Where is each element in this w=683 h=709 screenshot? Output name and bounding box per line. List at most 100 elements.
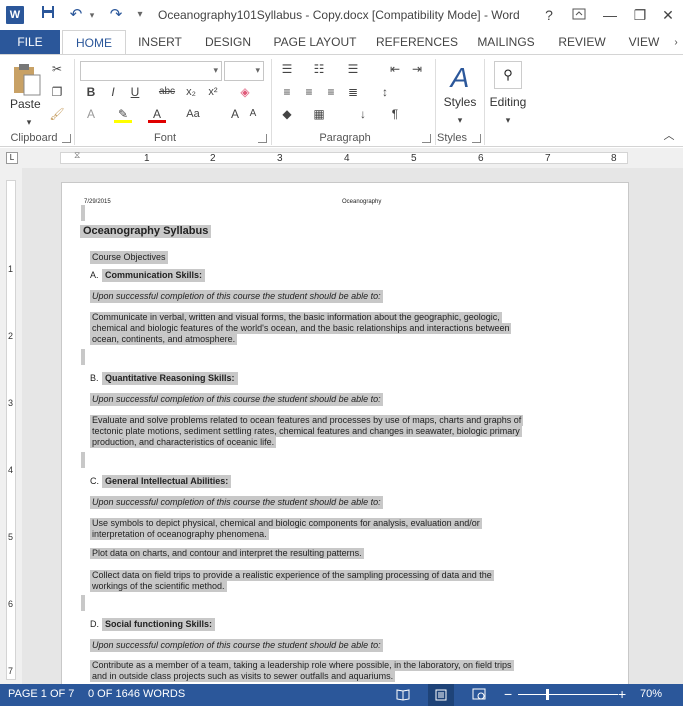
document-page[interactable]: 7/29/2015 Oceanography Oceanography Syll…: [61, 182, 629, 684]
paragraph-group-label: Paragraph: [319, 132, 371, 144]
redo-icon[interactable]: ↷: [106, 5, 126, 25]
shading-icon[interactable]: ◆: [278, 105, 296, 123]
zoom-slider-thumb[interactable]: [546, 689, 549, 700]
align-right-icon[interactable]: ≡: [322, 83, 340, 101]
help-button[interactable]: ?: [536, 4, 562, 26]
paste-dropdown-icon[interactable]: ▾: [20, 113, 38, 131]
tab-view[interactable]: VIEW: [620, 30, 668, 55]
restore-button[interactable]: ❐: [627, 4, 653, 26]
ruler-number: 6: [478, 153, 484, 164]
status-bar: PAGE 1 OF 7 0 OF 1646 WORDS − + 70%: [0, 684, 683, 706]
zoom-level[interactable]: 70%: [640, 688, 662, 700]
tab-selector-icon[interactable]: L: [6, 152, 18, 164]
undo-dropdown-icon[interactable]: ▾: [86, 5, 98, 25]
tab-home[interactable]: HOME: [62, 30, 126, 55]
line-spacing-icon[interactable]: ↕: [376, 83, 394, 101]
subscript-icon[interactable]: x₂: [182, 83, 200, 101]
tab-file[interactable]: FILE: [0, 30, 60, 55]
styles-group-label: Styles: [437, 132, 467, 144]
grow-font-icon[interactable]: A: [226, 105, 244, 123]
highlight-icon[interactable]: ✎: [114, 105, 132, 123]
styles-dropdown-icon[interactable]: ▾: [451, 111, 469, 129]
styles-button[interactable]: Styles: [440, 95, 480, 109]
ruler-number: 8: [611, 153, 617, 164]
word-count[interactable]: 0 OF 1646 WORDS: [88, 688, 185, 700]
collapse-ribbon-icon[interactable]: ︿: [660, 127, 678, 145]
tab-mailings[interactable]: MAILINGS: [470, 30, 542, 55]
font-size-box[interactable]: ▾: [224, 61, 264, 81]
close-button[interactable]: ✕: [655, 4, 681, 26]
font-launcher-icon[interactable]: [258, 134, 267, 143]
tab-insert[interactable]: INSERT: [130, 30, 190, 55]
borders-icon[interactable]: ▦: [310, 105, 328, 123]
page-count[interactable]: PAGE 1 OF 7: [8, 688, 74, 700]
bullets-icon[interactable]: ☰: [278, 60, 296, 78]
web-layout-icon[interactable]: [472, 687, 486, 704]
ribbon-scroll-icon[interactable]: ›: [670, 30, 682, 55]
editing-dropdown-icon[interactable]: ▾: [499, 111, 517, 129]
editing-button[interactable]: Editing: [486, 95, 530, 109]
undo-icon[interactable]: ↶: [66, 5, 86, 25]
clipboard-launcher-icon[interactable]: [62, 134, 71, 143]
paragraph-line: ocean, continents, and atmosphere.: [90, 334, 238, 345]
paste-icon[interactable]: [10, 61, 44, 99]
font-size-dropdown-icon[interactable]: ▾: [255, 65, 260, 76]
styles-icon[interactable]: A: [446, 61, 474, 95]
justify-icon[interactable]: ≣: [344, 83, 362, 101]
align-center-icon[interactable]: ≡: [300, 83, 318, 101]
paragraph-launcher-icon[interactable]: [422, 134, 431, 143]
document-area[interactable]: 1 2 3 4 5 6 7 7/29/2015 Oceanography Oce…: [0, 168, 683, 684]
paragraph-line: Contribute as a member of a team, taking…: [90, 660, 514, 671]
underline-icon[interactable]: U: [126, 83, 144, 101]
show-formatting-icon[interactable]: ¶: [386, 105, 404, 123]
word-logo-icon[interactable]: W: [6, 6, 24, 24]
ruler-number: 5: [411, 153, 417, 164]
strikethrough-icon[interactable]: abc: [158, 83, 176, 101]
customize-qat-icon[interactable]: ▾: [134, 5, 146, 25]
tab-design[interactable]: DESIGN: [198, 30, 258, 55]
font-name-box[interactable]: ▾: [80, 61, 222, 81]
multilevel-list-icon[interactable]: ☰: [344, 60, 362, 78]
align-left-icon[interactable]: ≡: [278, 83, 296, 101]
binoculars-icon[interactable]: ⚲: [494, 61, 522, 89]
zoom-slider[interactable]: [518, 694, 618, 695]
ribbon-display-options-icon[interactable]: [566, 4, 592, 26]
tab-page-layout[interactable]: PAGE LAYOUT: [268, 30, 362, 55]
decrease-indent-icon[interactable]: ⇤: [386, 60, 404, 78]
paragraph-line: Collect data on field trips to provide a…: [90, 570, 494, 581]
tab-references[interactable]: REFERENCES: [372, 30, 462, 55]
paragraph-line: workings of the scientific method.: [90, 581, 227, 592]
tab-review[interactable]: REVIEW: [550, 30, 614, 55]
clear-formatting-icon[interactable]: ◈: [236, 83, 254, 101]
bold-icon[interactable]: B: [82, 83, 100, 101]
zoom-out-icon[interactable]: −: [504, 686, 512, 702]
sort-icon[interactable]: ↓: [354, 105, 372, 123]
numbering-icon[interactable]: ☷: [310, 60, 328, 78]
ruler-number: 1: [144, 153, 150, 164]
font-color-icon[interactable]: A: [148, 105, 166, 123]
read-mode-icon[interactable]: [396, 687, 410, 704]
selection-marker: [81, 595, 85, 611]
styles-launcher-icon[interactable]: [472, 134, 481, 143]
window-title: Oceanography101Syllabus - Copy.docx [Com…: [158, 8, 520, 22]
section-letter: B.: [90, 373, 99, 383]
increase-indent-icon[interactable]: ⇥: [408, 60, 426, 78]
text-effects-icon[interactable]: A: [82, 105, 100, 123]
title-bar: W ↶ ▾ ↷ ▾ Oceanography101Syllabus - Copy…: [0, 0, 683, 30]
zoom-in-icon[interactable]: +: [618, 686, 626, 702]
minimize-button[interactable]: —: [597, 4, 623, 26]
indent-marker-icon[interactable]: ⧖: [74, 150, 80, 161]
font-name-dropdown-icon[interactable]: ▾: [213, 65, 218, 76]
save-icon[interactable]: [38, 5, 58, 25]
vruler-number: 3: [8, 398, 14, 408]
italic-icon[interactable]: I: [104, 83, 122, 101]
format-painter-icon[interactable]: 🖌: [48, 105, 66, 123]
change-case-icon[interactable]: Aa: [184, 105, 202, 123]
print-layout-icon[interactable]: [428, 684, 454, 706]
shrink-font-icon[interactable]: A: [244, 105, 262, 123]
paste-button[interactable]: Paste: [10, 97, 41, 111]
superscript-icon[interactable]: x²: [204, 83, 222, 101]
section-intro: Upon successful completion of this cours…: [90, 393, 383, 406]
cut-icon[interactable]: ✂: [48, 60, 66, 78]
copy-icon[interactable]: ❐: [48, 83, 66, 101]
